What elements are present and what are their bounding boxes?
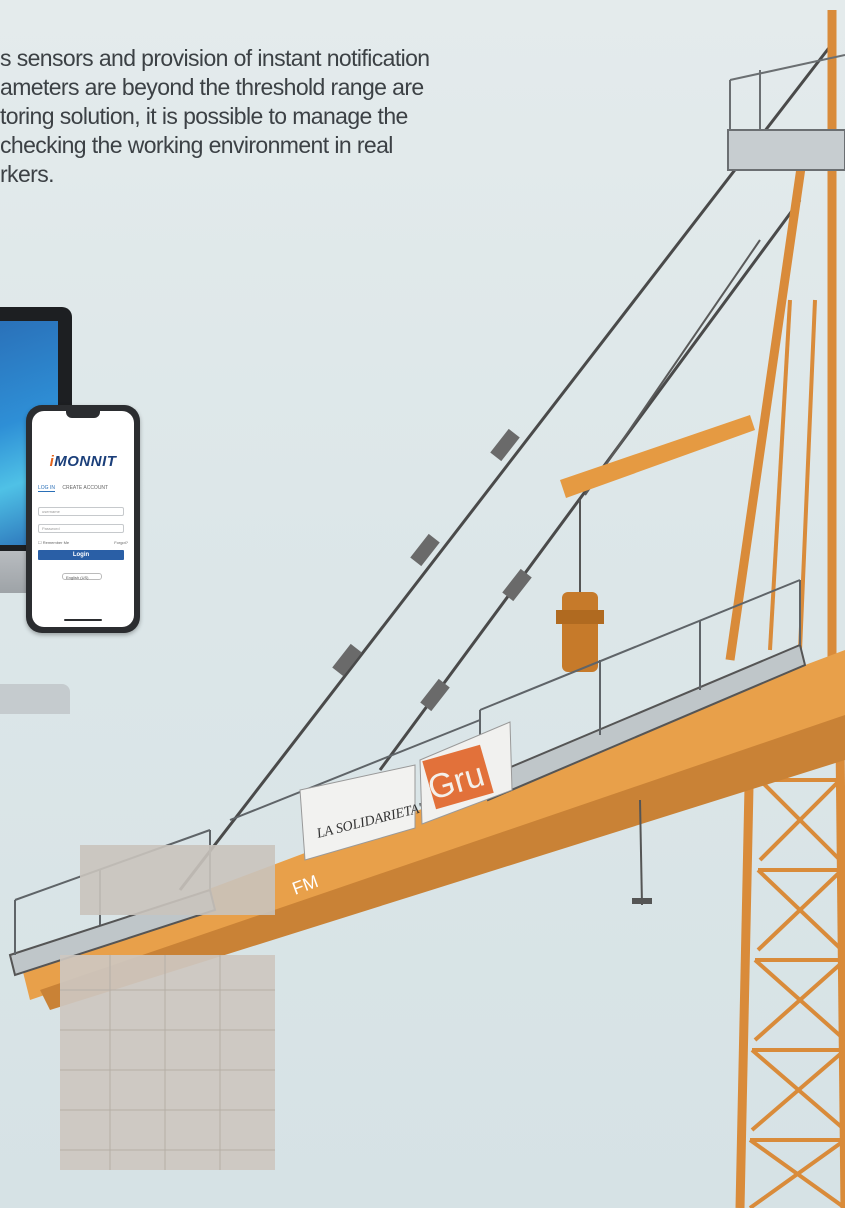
- intro-paragraph: s sensors and provision of instant notif…: [0, 44, 520, 189]
- tab-login[interactable]: LOG IN: [38, 485, 55, 492]
- phone-notch: [66, 411, 100, 418]
- short-arm: [560, 415, 755, 498]
- intro-line-2: ameters are beyond the threshold range a…: [0, 74, 424, 100]
- remember-me-checkbox[interactable]: ☐ Remember Me: [38, 540, 69, 545]
- intro-line-3: toring solution, it is possible to manag…: [0, 103, 408, 129]
- remember-me-label: Remember Me: [42, 540, 70, 545]
- password-field[interactable]: Password: [38, 524, 124, 533]
- brand-name: MONNIT: [54, 453, 117, 470]
- language-select[interactable]: English (US): [62, 573, 102, 580]
- forgot-link[interactable]: Forgot?: [114, 540, 128, 545]
- crane-mast: [725, 10, 845, 1208]
- login-tabs: LOG IN CREATE ACCOUNT: [38, 485, 108, 492]
- counterweight: [60, 955, 275, 1170]
- monnit-logo: iMONNIT: [32, 453, 134, 470]
- username-field[interactable]: username: [38, 507, 124, 516]
- intro-line-1: s sensors and provision of instant notif…: [0, 45, 430, 71]
- phone-screen: iMONNIT LOG IN CREATE ACCOUNT username P…: [32, 411, 134, 627]
- intro-line-4: checking the working environment in real: [0, 132, 393, 158]
- intro-line-5: rkers.: [0, 161, 55, 187]
- home-indicator: [64, 619, 102, 621]
- grey-tab-shape: [0, 684, 70, 714]
- smartphone-mockup: iMONNIT LOG IN CREATE ACCOUNT username P…: [26, 405, 140, 633]
- top-platform: [727, 129, 845, 171]
- hoist-motor: [562, 592, 598, 672]
- tab-create-account[interactable]: CREATE ACCOUNT: [62, 485, 108, 491]
- login-button[interactable]: Login: [38, 550, 124, 560]
